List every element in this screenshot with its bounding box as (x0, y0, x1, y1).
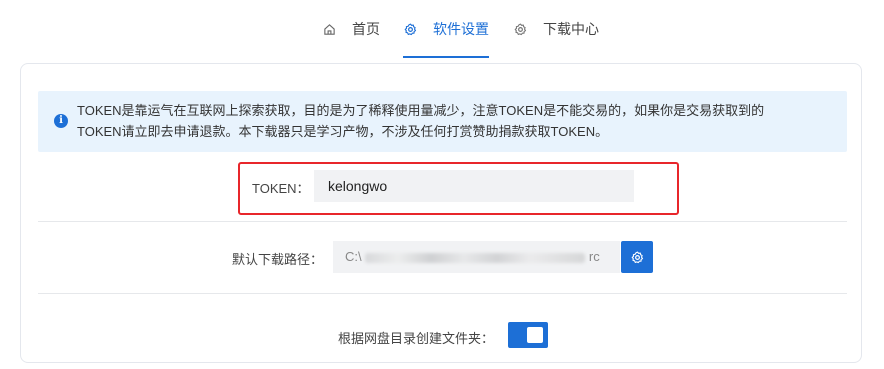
redacted-path (365, 252, 586, 263)
top-nav: 首页 软件设置 下载中心 (0, 0, 884, 58)
download-path-prefix: C:\ (345, 249, 362, 264)
gear-icon (403, 22, 417, 36)
divider (38, 221, 847, 222)
gear-icon (513, 22, 527, 36)
tab-home[interactable]: 首页 (322, 0, 380, 58)
token-notice: i TOKEN是靠运气在互联网上探索获取，目的是为了稀释使用量减少，注意TOKE… (38, 91, 847, 152)
info-icon: i (54, 114, 68, 128)
download-path-input[interactable]: C:\ rc (333, 241, 620, 273)
download-path-suffix: rc (588, 249, 600, 264)
home-icon (322, 22, 336, 36)
create-folder-toggle[interactable] (508, 322, 548, 348)
tab-settings-label: 软件设置 (433, 21, 489, 37)
token-label: TOKEN： (252, 181, 310, 196)
gear-icon (631, 251, 644, 264)
toggle-knob (527, 327, 543, 343)
notice-line-2: TOKEN请立即去申请退款。本下载器只是学习产物，不涉及任何打赏赞助捐款获取TO… (77, 124, 609, 139)
token-input[interactable] (314, 170, 634, 202)
notice-line-1: TOKEN是靠运气在互联网上探索获取，目的是为了稀释使用量减少，注意TOKEN是… (77, 103, 765, 118)
token-highlight-box: TOKEN： (238, 162, 679, 215)
divider (38, 293, 847, 294)
tab-download-center[interactable]: 下载中心 (513, 0, 599, 58)
create-folder-label: 根据网盘目录创建文件夹： (338, 331, 495, 346)
tab-settings[interactable]: 软件设置 (403, 0, 489, 58)
notice-text: TOKEN是靠运气在互联网上探索获取，目的是为了稀释使用量减少，注意TOKEN是… (77, 100, 837, 142)
settings-panel: i TOKEN是靠运气在互联网上探索获取，目的是为了稀释使用量减少，注意TOKE… (20, 63, 862, 363)
tab-home-label: 首页 (352, 21, 380, 37)
tab-download-center-label: 下载中心 (543, 21, 599, 37)
download-path-label: 默认下载路径： (232, 252, 324, 267)
browse-path-button[interactable] (621, 241, 653, 273)
